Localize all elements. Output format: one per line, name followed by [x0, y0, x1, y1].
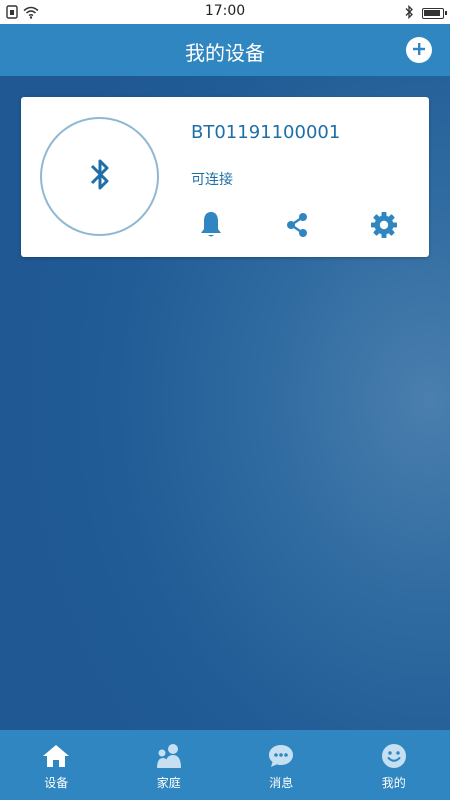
plus-icon: [412, 41, 426, 60]
tab-mine[interactable]: 我的: [338, 730, 450, 800]
device-avatar[interactable]: [40, 117, 159, 236]
bottom-tab-bar: 设备 家庭 消息 我的: [0, 730, 450, 800]
battery-icon: [422, 8, 447, 19]
family-icon: [155, 742, 183, 770]
share-button[interactable]: [283, 213, 311, 241]
status-bar: 17:00: [0, 0, 450, 24]
device-status: 可连接: [191, 172, 233, 188]
home-icon: [42, 742, 70, 770]
status-time: 17:00: [204, 3, 246, 19]
tab-messages[interactable]: 消息: [225, 730, 338, 800]
settings-button[interactable]: [370, 211, 398, 243]
tab-label: 我的: [381, 776, 406, 790]
bell-icon: [199, 211, 223, 243]
page-title: 我的设备: [185, 41, 265, 65]
bluetooth-icon: [89, 157, 111, 197]
tab-family[interactable]: 家庭: [113, 730, 226, 800]
header: 我的设备: [0, 24, 450, 76]
tab-label: 设备: [44, 776, 69, 790]
status-right-icons: [404, 4, 447, 23]
gear-icon: [370, 211, 398, 243]
add-device-button[interactable]: [406, 37, 432, 63]
share-icon: [285, 212, 309, 242]
tab-label: 消息: [269, 776, 294, 790]
tab-devices[interactable]: 设备: [0, 730, 113, 800]
bluetooth-status-icon: [404, 4, 414, 23]
device-card[interactable]: BT01191100001 可连接: [21, 97, 429, 257]
tab-label: 家庭: [156, 776, 181, 790]
chat-icon: [267, 742, 295, 770]
device-id: BT01191100001: [191, 122, 341, 143]
alarm-button[interactable]: [197, 211, 225, 243]
smiley-icon: [380, 742, 408, 770]
